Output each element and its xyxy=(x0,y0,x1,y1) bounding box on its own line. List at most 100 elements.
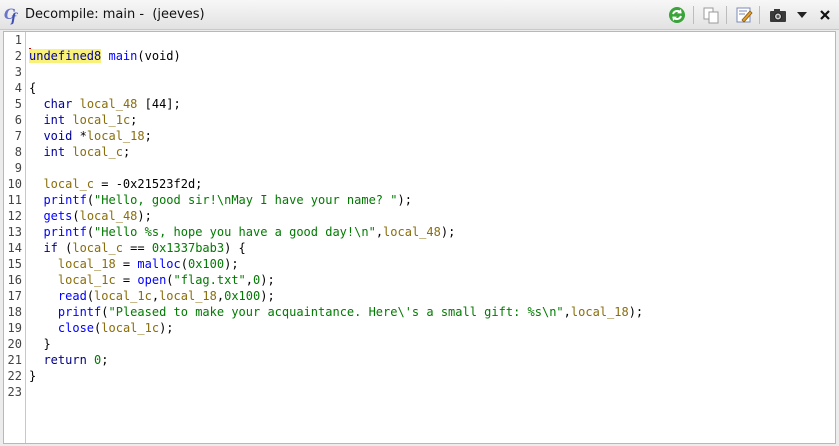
line-number: 20 xyxy=(7,337,22,351)
code-text: printf("Pleased to make your acquaintanc… xyxy=(29,304,643,320)
code-token: ( xyxy=(57,241,73,255)
code-token: int xyxy=(43,113,66,127)
code-line[interactable]: 1 xyxy=(4,32,834,48)
edit-function-signature-icon xyxy=(736,7,753,23)
code-line[interactable]: 12 gets(local_48); xyxy=(4,208,834,224)
code-token: ; xyxy=(144,129,152,143)
code-token: ); xyxy=(224,257,239,271)
code-token: "Pleased to make your acquaintance. Here… xyxy=(108,305,564,319)
copy-button[interactable] xyxy=(700,4,722,26)
code-line[interactable]: 4{ xyxy=(4,80,834,96)
toolbar-separator xyxy=(726,6,727,24)
code-token: 0x100 xyxy=(224,289,261,303)
code-text: printf("Hello %s, hope you have a good d… xyxy=(29,224,455,240)
code-text: undefined8 main(void) xyxy=(29,48,181,64)
line-number: 5 xyxy=(14,97,22,111)
code-token: local_1c xyxy=(72,113,131,127)
code-line[interactable]: 22} xyxy=(4,368,834,384)
code-line[interactable]: 18 printf("Pleased to make your acquaint… xyxy=(4,304,834,320)
code-text: gets(local_48); xyxy=(29,208,152,224)
code-token: == xyxy=(122,241,152,255)
code-token: local_18 xyxy=(86,129,145,143)
refresh-button[interactable] xyxy=(666,4,688,26)
copy-icon xyxy=(703,7,719,24)
code-token: local_48 xyxy=(79,209,138,223)
code-token: "flag.txt" xyxy=(173,273,246,287)
line-number: 14 xyxy=(7,241,22,255)
code-token: } xyxy=(29,337,51,351)
line-number: 12 xyxy=(7,209,22,223)
code-line[interactable]: 10 local_c = -0x21523f2d; xyxy=(4,176,834,192)
code-line[interactable]: 20 } xyxy=(4,336,834,352)
code-token: ( xyxy=(166,273,174,287)
snapshot-camera-icon xyxy=(770,9,786,22)
decompiler-code-view[interactable]: 1 2 undefined8 main(void) 3 4{5 char local_4… xyxy=(3,31,836,444)
code-token: local_48 xyxy=(79,97,138,111)
code-token: ( xyxy=(101,305,109,319)
line-number: 11 xyxy=(7,193,22,207)
code-line[interactable]: 11 printf("Hello, good sir!\nMay I have … xyxy=(4,192,834,208)
line-number: 7 xyxy=(14,129,22,143)
code-line[interactable]: 19 close(local_1c); xyxy=(4,320,834,336)
code-line[interactable]: 8 int local_c; xyxy=(4,144,834,160)
code-token: return xyxy=(43,353,87,367)
code-token: close xyxy=(57,321,95,335)
code-token: local_c xyxy=(43,177,95,191)
line-number: 13 xyxy=(7,225,22,239)
code-token: 0x1337bab3 xyxy=(151,241,225,255)
code-line[interactable]: 7 void *local_18; xyxy=(4,128,834,144)
code-token: ); xyxy=(137,209,152,223)
line-number: 9 xyxy=(14,161,22,175)
edit-signature-button[interactable] xyxy=(733,4,755,26)
code-token: printf xyxy=(43,193,87,207)
close-button[interactable] xyxy=(814,4,836,26)
code-line[interactable]: 17 read(local_1c,local_18,0x100); xyxy=(4,288,834,304)
code-token: printf xyxy=(57,305,102,319)
code-line[interactable]: 6 int local_1c; xyxy=(4,112,834,128)
code-token: char xyxy=(43,97,73,111)
code-token: = xyxy=(115,273,138,287)
code-line[interactable]: 23 xyxy=(4,384,834,400)
code-token: ); xyxy=(159,321,174,335)
code-token: } xyxy=(29,369,37,383)
line-number: 23 xyxy=(7,385,22,399)
code-text: int local_1c; xyxy=(29,112,137,128)
snapshot-button[interactable] xyxy=(767,4,789,26)
code-token: = -0x21523f2d; xyxy=(94,177,203,191)
code-token: open xyxy=(137,273,167,287)
line-number: 8 xyxy=(14,145,22,159)
code-text: } xyxy=(29,368,36,384)
code-token: 0x100 xyxy=(187,257,225,271)
line-number: 15 xyxy=(7,257,22,271)
code-line[interactable]: 9 xyxy=(4,160,834,176)
menu-dropdown-button[interactable] xyxy=(791,4,813,26)
code-text: if (local_c == 0x1337bab3) { xyxy=(29,240,245,256)
code-line[interactable]: 15 local_18 = malloc(0x100); xyxy=(4,256,834,272)
code-line[interactable]: 21 return 0; xyxy=(4,352,834,368)
code-token: main xyxy=(108,49,138,63)
code-line[interactable]: 16 local_1c = open("flag.txt",0); xyxy=(4,272,834,288)
code-token: (void) xyxy=(137,49,181,63)
code-token: local_c xyxy=(72,145,123,159)
code-line[interactable]: 5 char local_48 [44]; xyxy=(4,96,834,112)
code-token: ; xyxy=(130,113,138,127)
code-token: , xyxy=(245,273,254,287)
code-line[interactable]: 2 undefined8 main(void) xyxy=(4,48,834,64)
code-line[interactable]: 3 xyxy=(4,64,834,80)
code-text: read(local_1c,local_18,0x100); xyxy=(29,288,275,304)
refresh-icon xyxy=(669,7,685,23)
code-token: local_1c xyxy=(101,321,160,335)
code-token: , xyxy=(375,225,384,239)
code-line[interactable]: 14 if (local_c == 0x1337bab3) { xyxy=(4,240,834,256)
code-token: ); xyxy=(260,273,275,287)
code-text: char local_48 [44]; xyxy=(29,96,180,112)
code-token: local_1c xyxy=(57,273,116,287)
code-token: int xyxy=(43,145,66,159)
code-line[interactable]: 13 printf("Hello %s, hope you have a goo… xyxy=(4,224,834,240)
close-icon xyxy=(820,10,830,20)
